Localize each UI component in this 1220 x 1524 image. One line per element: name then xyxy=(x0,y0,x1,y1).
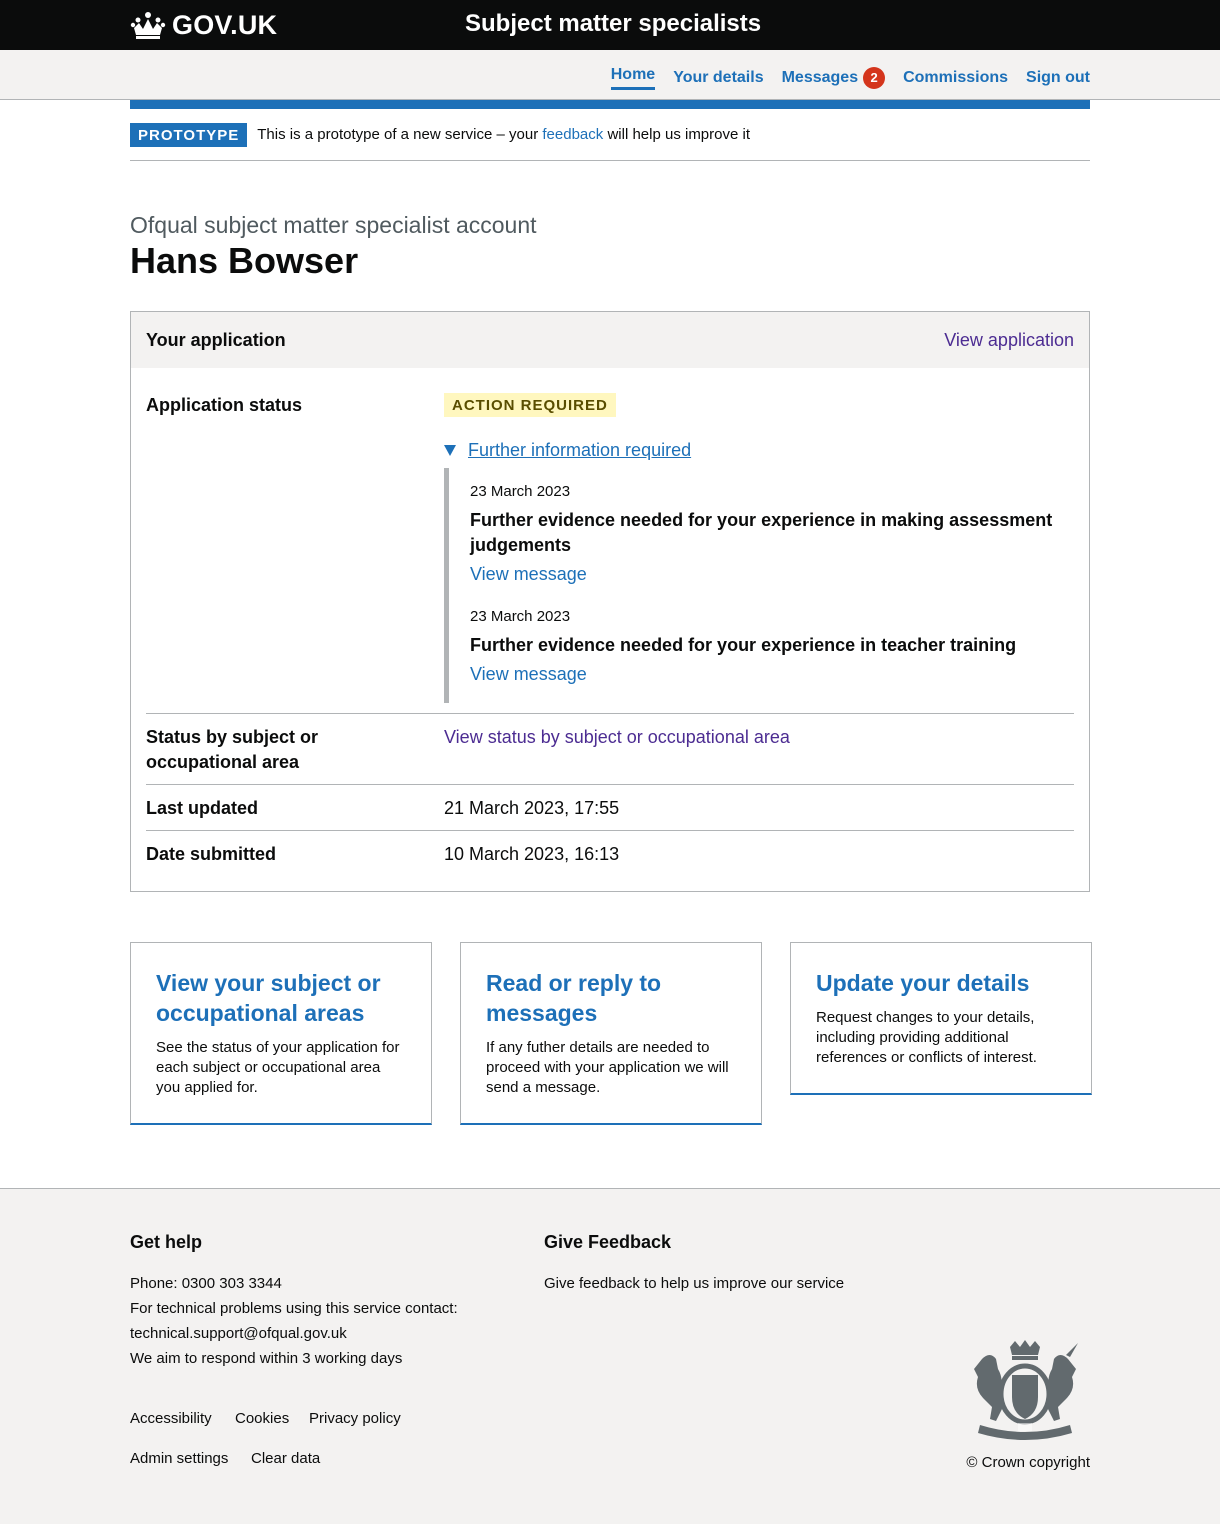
logo-text: GOV.UK xyxy=(172,9,278,40)
get-help-heading: Get help xyxy=(130,1232,203,1252)
tile-title: Read or reply to messages xyxy=(486,970,662,1026)
give-feedback-link[interactable]: Give feedback to help us improve our ser… xyxy=(544,1271,844,1296)
details-summary-text: Further information required xyxy=(468,440,692,460)
feedback-link[interactable]: feedback xyxy=(542,126,603,143)
row-divider xyxy=(146,830,1074,831)
message-date: 23 March 2023 xyxy=(470,608,571,625)
status-tag: ACTION REQUIRED xyxy=(444,393,616,417)
page-caption: Ofqual subject matter specialist account xyxy=(130,212,537,238)
tile-subject-areas[interactable]: View your subject or occupational areas … xyxy=(130,942,432,1125)
date-submitted-label: Date submitted xyxy=(146,844,277,864)
phone-line: Phone: 0300 303 3344 xyxy=(130,1271,282,1296)
view-message-link[interactable]: View message xyxy=(470,564,587,585)
tile-update-details[interactable]: Update your details Request changes to y… xyxy=(790,942,1092,1095)
give-feedback-heading: Give Feedback xyxy=(544,1232,672,1252)
nav-messages[interactable]: Messages 2 xyxy=(782,66,886,90)
page-title: Hans Bowser xyxy=(130,240,359,281)
date-submitted-value: 10 March 2023, 16:13 xyxy=(444,844,620,864)
message-title: Further evidence needed for your experie… xyxy=(470,510,1053,555)
sub-navigation: Home Your details Messages 2 Commissions… xyxy=(0,50,1220,100)
details-content: 23 March 2023 Further evidence needed fo… xyxy=(444,468,1064,703)
govuk-logo-link[interactable]: GOV.UK xyxy=(130,8,277,42)
service-name[interactable]: Subject matter specialists xyxy=(465,10,761,38)
phone-label: Phone: xyxy=(130,1275,182,1292)
card-title: Your application xyxy=(146,330,286,350)
site-header: GOV.UK Subject matter specialists xyxy=(0,0,1220,50)
view-message-link[interactable]: View message xyxy=(470,664,587,685)
tile-description: See the status of your application for e… xyxy=(156,1039,400,1096)
phase-tag: PROTOTYPE xyxy=(130,122,248,147)
subject-status-label: Status by subject or occupational area xyxy=(146,727,319,772)
footer-link-privacy[interactable]: Privacy policy xyxy=(309,1406,401,1431)
tile-title: View your subject or occupational areas xyxy=(156,970,381,1026)
crown-icon xyxy=(130,12,166,39)
site-footer: Get help Phone: 0300 303 3344 For techni… xyxy=(0,1188,1220,1524)
nav-your-details[interactable]: Your details xyxy=(673,66,763,90)
support-email-link[interactable]: technical.support@ofqual.gov.uk xyxy=(130,1321,347,1346)
phase-text-before: This is a prototype of a new service – y… xyxy=(257,126,543,143)
nav-commissions[interactable]: Commissions xyxy=(903,66,1008,90)
tile-title: Update your details xyxy=(816,970,1030,996)
nav-home[interactable]: Home xyxy=(610,65,656,90)
last-updated-value: 21 March 2023, 17:55 xyxy=(444,798,620,818)
footer-link-clear-data[interactable]: Clear data xyxy=(251,1446,320,1471)
application-status-label: Application status xyxy=(146,395,303,415)
nav-messages-label: Messages xyxy=(781,68,859,86)
phase-text: This is a prototype of a new service – y… xyxy=(257,126,750,143)
view-application-link[interactable]: View application xyxy=(944,330,1074,351)
response-time-text: We aim to respond within 3 working days xyxy=(130,1350,403,1367)
row-divider xyxy=(146,784,1074,785)
phase-text-after: will help us improve it xyxy=(603,126,750,143)
royal-coat-of-arms-icon xyxy=(974,1340,1078,1440)
card-header: Your application View application xyxy=(131,312,1089,368)
tile-description: If any futher details are needed to proc… xyxy=(486,1039,729,1096)
last-updated-label: Last updated xyxy=(146,798,259,818)
message-date: 23 March 2023 xyxy=(470,483,571,500)
row-divider xyxy=(146,713,1074,714)
phone-link[interactable]: 0300 303 3344 xyxy=(182,1275,282,1292)
messages-count-badge: 2 xyxy=(863,66,886,89)
triangle-down-icon xyxy=(444,445,456,456)
application-summary-card: Your application View application Applic… xyxy=(130,311,1090,892)
header-blue-bar xyxy=(130,100,1090,109)
nav-sign-out[interactable]: Sign out xyxy=(1026,66,1090,90)
phase-banner: PROTOTYPE This is a prototype of a new s… xyxy=(130,109,1090,161)
tech-support-text: For technical problems using this servic… xyxy=(130,1300,458,1317)
view-subject-status-link[interactable]: View status by subject or occupational a… xyxy=(444,725,790,750)
tile-messages[interactable]: Read or reply to messages If any futher … xyxy=(460,942,762,1125)
footer-link-admin-settings[interactable]: Admin settings xyxy=(130,1446,228,1471)
crown-copyright-link[interactable]: © Crown copyright xyxy=(966,1454,1090,1471)
message-title: Further evidence needed for your experie… xyxy=(470,635,1017,655)
tile-description: Request changes to your details, includi… xyxy=(816,1009,1037,1066)
further-info-details-toggle[interactable]: Further information required xyxy=(444,440,691,461)
footer-link-accessibility[interactable]: Accessibility xyxy=(130,1406,212,1431)
footer-link-cookies[interactable]: Cookies xyxy=(235,1406,289,1431)
